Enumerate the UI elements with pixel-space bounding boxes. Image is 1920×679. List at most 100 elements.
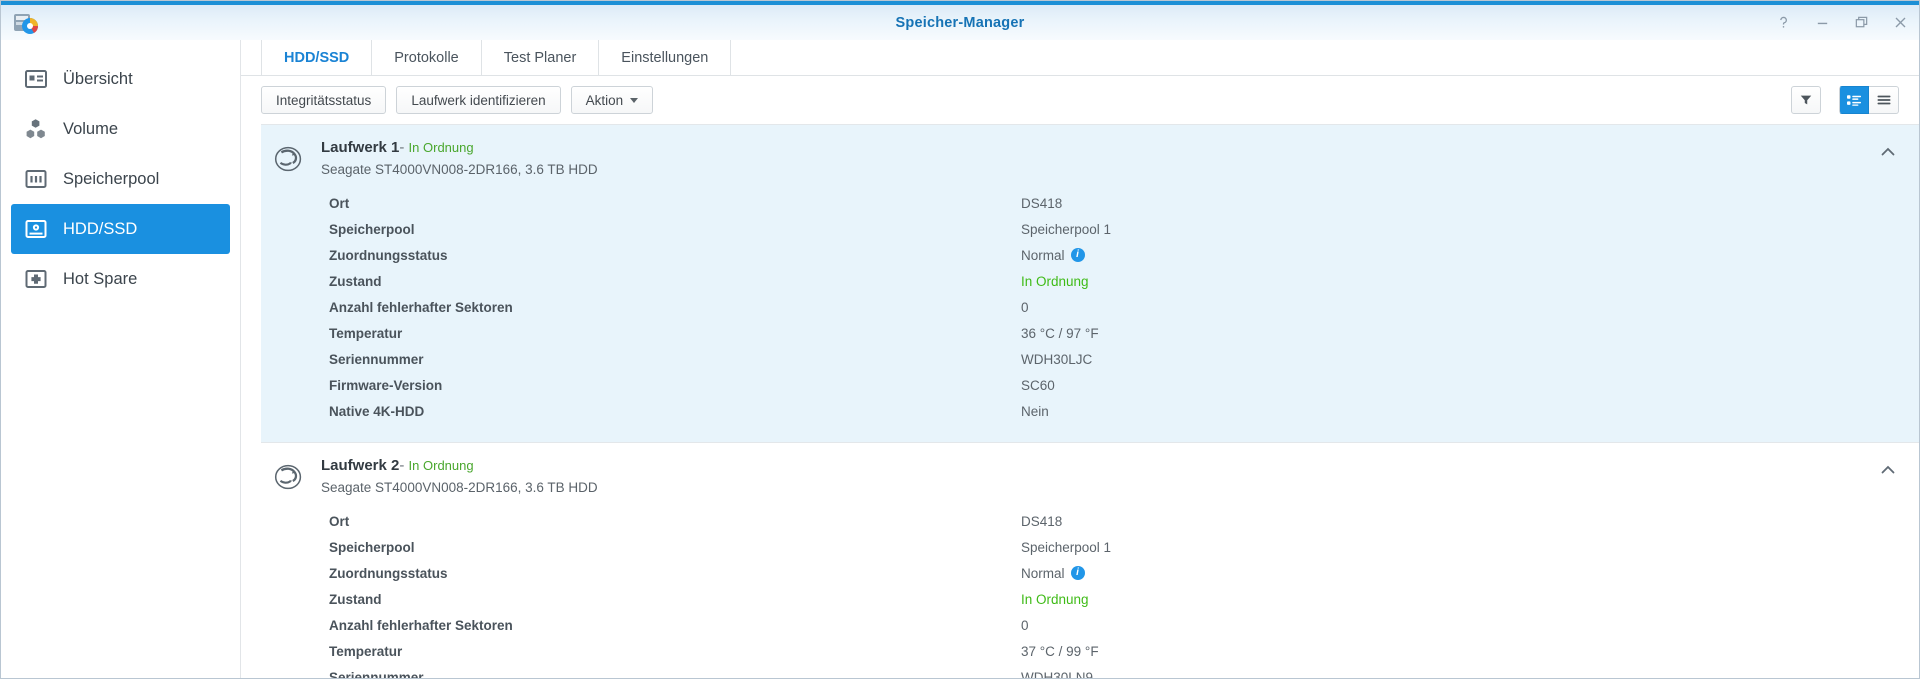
tab-einstellungen[interactable]: Einstellungen	[599, 40, 732, 75]
minimize-button[interactable]	[1814, 14, 1831, 31]
sidebar-item-label: HDD/SSD	[63, 219, 138, 238]
toolbar: Integritätsstatus Laufwerk identifiziere…	[241, 76, 1919, 124]
detail-label: Zuordnungsstatus	[329, 565, 448, 581]
drive-title-separator: -	[399, 139, 405, 156]
sidebar-item-hdd-ssd[interactable]: HDD/SSD	[11, 204, 230, 254]
detail-value: 0	[1021, 299, 1029, 315]
storage-manager-window: Speicher-Manager Übersicht Volume Speich…	[0, 0, 1920, 679]
drive-title-separator: -	[399, 457, 405, 474]
storage-pool-icon	[23, 166, 49, 192]
info-icon[interactable]: i	[1070, 248, 1085, 262]
drive-title: Laufwerk 1- In Ordnung	[321, 139, 598, 157]
detail-row: Anzahl fehlerhafter Sektoren 0	[261, 612, 1919, 638]
drive-panel[interactable]: Laufwerk 2- In Ordnung Seagate ST4000VN0…	[261, 443, 1919, 679]
compact-list-view-icon[interactable]	[1869, 86, 1899, 114]
window-titlebar: Speicher-Manager	[1, 1, 1919, 40]
detail-label: Zustand	[329, 273, 382, 289]
detail-value: 0	[1021, 617, 1029, 633]
sidebar-item-label: Volume	[63, 119, 119, 138]
hot-spare-icon	[23, 266, 49, 292]
drive-name: Laufwerk 2	[321, 457, 400, 474]
drive-name: Laufwerk 1	[321, 139, 400, 156]
status-badge: In Ordnung	[408, 458, 474, 473]
drive-header-text: Laufwerk 2- In Ordnung Seagate ST4000VN0…	[321, 457, 598, 495]
main-content: HDD/SSD Protokolle Test Planer Einstellu…	[241, 40, 1919, 679]
drive-model: Seagate ST4000VN008-2DR166, 3.6 TB HDD	[321, 162, 598, 177]
volume-cubes-icon	[23, 116, 49, 142]
storage-manager-logo-icon	[13, 11, 39, 37]
maximize-button[interactable]	[1853, 14, 1870, 31]
detail-row: Seriennummer WDH30LN9	[261, 664, 1919, 679]
help-button[interactable]	[1775, 14, 1792, 31]
sidebar-item-label: Hot Spare	[63, 269, 138, 288]
overview-icon	[23, 66, 49, 92]
filter-funnel-icon[interactable]	[1791, 86, 1821, 114]
sidebar-item-label: Speicherpool	[63, 169, 160, 188]
drive-detail-table: Ort DS418 Speicherpool Speicherpool 1 Zu…	[261, 190, 1919, 424]
sidebar-item-hot-spare[interactable]: Hot Spare	[11, 254, 230, 304]
detail-value: DS418	[1021, 195, 1063, 211]
detail-label: Ort	[329, 513, 350, 529]
action-label: Aktion	[585, 92, 624, 108]
window-title: Speicher-Manager	[895, 14, 1025, 31]
seagate-drive-icon	[269, 457, 309, 497]
detail-value: Speicherpool 1	[1021, 221, 1112, 237]
drive-title: Laufwerk 2- In Ordnung	[321, 457, 598, 475]
detail-label: Ort	[329, 195, 350, 211]
detail-row: Anzahl fehlerhafter Sektoren 0	[261, 294, 1919, 320]
detail-value: DS418	[1021, 513, 1063, 529]
hdd-ssd-icon	[23, 216, 49, 242]
detail-row: Zuordnungsstatus Normal i	[261, 242, 1919, 268]
identify-drive-button[interactable]: Laufwerk identifizieren	[396, 86, 561, 114]
drive-header: Laufwerk 2- In Ordnung Seagate ST4000VN0…	[261, 457, 1919, 497]
drive-panel[interactable]: Laufwerk 1- In Ordnung Seagate ST4000VN0…	[261, 124, 1919, 443]
detail-value: Speicherpool 1	[1021, 539, 1112, 555]
detail-label: Zuordnungsstatus	[329, 247, 448, 263]
info-icon[interactable]: i	[1070, 566, 1085, 580]
drive-header: Laufwerk 1- In Ordnung Seagate ST4000VN0…	[261, 139, 1919, 179]
drive-model: Seagate ST4000VN008-2DR166, 3.6 TB HDD	[321, 480, 598, 495]
detail-list-view-icon[interactable]	[1839, 86, 1869, 114]
detail-row: Speicherpool Speicherpool 1	[261, 216, 1919, 242]
sidebar: Übersicht Volume Speicherpool HDD/SSD Ho…	[1, 40, 241, 678]
tab-hdd-ssd[interactable]: HDD/SSD	[261, 40, 373, 75]
detail-value: Nein	[1021, 403, 1049, 419]
detail-value-group: Normal i	[1021, 248, 1085, 263]
detail-value: SC60	[1021, 377, 1055, 393]
sidebar-item-uebersicht[interactable]: Übersicht	[11, 54, 230, 104]
detail-label: Seriennummer	[329, 669, 424, 679]
tab-protokolle[interactable]: Protokolle	[372, 40, 482, 75]
detail-value: 37 °C / 99 °F	[1021, 643, 1099, 659]
detail-value: 36 °C / 97 °F	[1021, 325, 1099, 341]
chevron-up-icon[interactable]	[1879, 143, 1897, 161]
seagate-drive-icon	[269, 139, 309, 179]
detail-label: Temperatur	[329, 325, 403, 341]
close-button[interactable]	[1892, 14, 1909, 31]
sidebar-item-label: Übersicht	[63, 69, 133, 88]
detail-row: Ort DS418	[261, 508, 1919, 534]
detail-value-group: Normal i	[1021, 566, 1085, 581]
detail-label: Seriennummer	[329, 351, 424, 367]
health-status-button[interactable]: Integritätsstatus	[261, 86, 387, 114]
detail-row: Firmware-Version SC60	[261, 372, 1919, 398]
tab-test-planer[interactable]: Test Planer	[482, 40, 600, 75]
status-badge: In Ordnung	[408, 140, 474, 155]
detail-row: Temperatur 36 °C / 97 °F	[261, 320, 1919, 346]
detail-value: Normal	[1021, 565, 1065, 581]
detail-row: Zustand In Ordnung	[261, 586, 1919, 612]
drive-list: Laufwerk 1- In Ordnung Seagate ST4000VN0…	[241, 124, 1919, 679]
detail-value: In Ordnung	[1021, 591, 1089, 607]
sidebar-item-speicherpool[interactable]: Speicherpool	[11, 154, 230, 204]
detail-row: Native 4K-HDD Nein	[261, 398, 1919, 424]
chevron-up-icon[interactable]	[1879, 461, 1897, 479]
detail-value: Normal	[1021, 247, 1065, 263]
view-mode-group	[1839, 86, 1899, 114]
detail-label: Zustand	[329, 591, 382, 607]
sidebar-item-volume[interactable]: Volume	[11, 104, 230, 154]
drive-detail-table: Ort DS418 Speicherpool Speicherpool 1 Zu…	[261, 508, 1919, 679]
action-dropdown-button[interactable]: Aktion	[570, 86, 654, 114]
window-body: Übersicht Volume Speicherpool HDD/SSD Ho…	[1, 40, 1919, 679]
detail-row: Speicherpool Speicherpool 1	[261, 534, 1919, 560]
detail-label: Firmware-Version	[329, 377, 443, 393]
chevron-down-icon	[630, 97, 639, 103]
